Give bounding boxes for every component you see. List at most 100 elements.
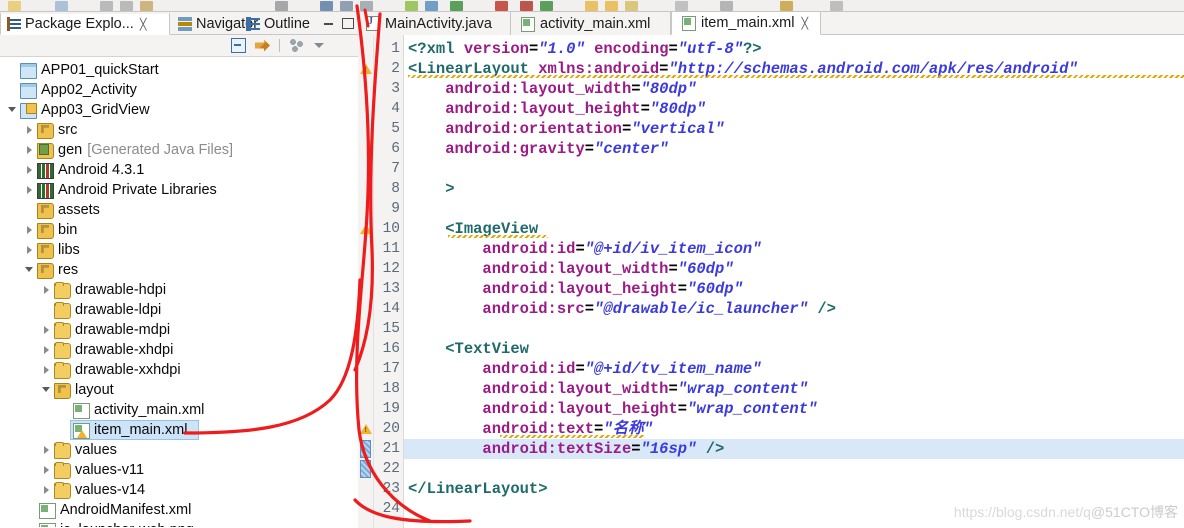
tab-activity-main-xml[interactable]: activity_main.xml bbox=[511, 12, 671, 35]
green-bug-icon[interactable] bbox=[450, 1, 463, 11]
code-line-15[interactable] bbox=[404, 319, 1184, 339]
tree-item-app01-quickstart[interactable]: APP01_quickStart bbox=[0, 60, 358, 80]
misc-1-icon[interactable] bbox=[780, 1, 793, 11]
code-line-5[interactable]: android:orientation="vertical" bbox=[404, 119, 1184, 139]
tab-mainactivity-java[interactable]: MainActivity.java bbox=[358, 12, 511, 35]
tree-item-android-4-3-1[interactable]: Android 4.3.1 bbox=[0, 160, 358, 180]
code-line-2[interactable]: <LinearLayout xmlns:android="http://sche… bbox=[404, 59, 1184, 79]
run-as-icon[interactable] bbox=[520, 1, 533, 11]
code-line-13[interactable]: android:layout_height="60dp" bbox=[404, 279, 1184, 299]
chevron-right-icon[interactable] bbox=[40, 280, 54, 300]
code-line-16[interactable]: <TextView bbox=[404, 339, 1184, 359]
tree-item-libs[interactable]: libs bbox=[0, 240, 358, 260]
chevron-right-icon[interactable] bbox=[40, 460, 54, 480]
export-icon[interactable] bbox=[140, 1, 153, 11]
tab-outline[interactable]: Outline bbox=[240, 12, 316, 35]
chevron-right-icon[interactable] bbox=[23, 120, 37, 140]
view-menu-dots-icon[interactable] bbox=[289, 38, 304, 53]
link-with-editor-icon[interactable] bbox=[255, 39, 270, 52]
save-icon[interactable] bbox=[55, 1, 68, 11]
new-icon[interactable] bbox=[8, 1, 21, 11]
tree-item-layout[interactable]: layout bbox=[0, 380, 358, 400]
run-icon[interactable] bbox=[405, 1, 418, 11]
tree-item-values-v11[interactable]: values-v11 bbox=[0, 460, 358, 480]
tree-item-bin[interactable]: bin bbox=[0, 220, 358, 240]
tree-item-res[interactable]: res bbox=[0, 260, 358, 280]
debug-icon[interactable] bbox=[425, 1, 438, 11]
print-preview-icon[interactable] bbox=[120, 1, 133, 11]
folder-b-icon[interactable] bbox=[605, 1, 618, 11]
bin-icon[interactable] bbox=[275, 1, 288, 11]
code-line-19[interactable]: android:layout_height="wrap_content" bbox=[404, 399, 1184, 419]
print-icon[interactable] bbox=[100, 1, 113, 11]
close-icon[interactable]: ╳ bbox=[140, 18, 147, 31]
maximize-button[interactable] bbox=[341, 16, 354, 29]
code-line-10[interactable]: <ImageView bbox=[404, 219, 1184, 239]
perspective-icon[interactable] bbox=[675, 1, 688, 11]
android-sdk-icon[interactable] bbox=[320, 1, 333, 11]
code-line-9[interactable] bbox=[404, 199, 1184, 219]
tree-item-activity-main-xml[interactable]: activity_main.xml bbox=[0, 400, 358, 420]
code-line-6[interactable]: android:gravity="center" bbox=[404, 139, 1184, 159]
chevron-right-icon[interactable] bbox=[23, 240, 37, 260]
tree-item-drawable-ldpi[interactable]: drawable-ldpi bbox=[0, 300, 358, 320]
code-line-14[interactable]: android:src="@drawable/ic_launcher" /> bbox=[404, 299, 1184, 319]
tab-package-explorer[interactable]: Package Explo... ╳ bbox=[0, 12, 170, 35]
code-line-23[interactable]: </LinearLayout> bbox=[404, 479, 1184, 499]
chevron-down-icon[interactable] bbox=[313, 40, 324, 51]
warning-marker-icon[interactable] bbox=[360, 64, 372, 74]
tree-item-values[interactable]: values bbox=[0, 440, 358, 460]
chevron-right-icon[interactable] bbox=[40, 480, 54, 500]
minimize-button[interactable] bbox=[322, 16, 335, 29]
source-code[interactable]: <?xml version="1.0" encoding="utf-8"?> <L… bbox=[404, 35, 1184, 528]
tree-item-item-main-xml[interactable]: item_main.xml bbox=[0, 420, 358, 440]
avd-manager-icon[interactable] bbox=[340, 1, 353, 11]
tree-item-ic-launcher-web-png[interactable]: ic_launcher-web.png bbox=[0, 520, 358, 527]
code-line-11[interactable]: android:id="@+id/iv_item_icon" bbox=[404, 239, 1184, 259]
misc-2-icon[interactable] bbox=[830, 1, 843, 11]
chevron-right-icon[interactable] bbox=[23, 220, 37, 240]
tree-item-src[interactable]: src bbox=[0, 120, 358, 140]
code-line-20[interactable]: android:text="名称" bbox=[404, 419, 1184, 439]
project-tree[interactable]: APP01_quickStart App02_Activity App03_Grid… bbox=[0, 57, 358, 527]
chevron-down-icon[interactable] bbox=[40, 380, 54, 400]
chevron-right-icon[interactable] bbox=[23, 140, 37, 160]
chevron-right-icon[interactable] bbox=[40, 320, 54, 340]
code-line-8[interactable]: > bbox=[404, 179, 1184, 199]
tree-item-assets[interactable]: assets bbox=[0, 200, 358, 220]
tree-item-drawable-xxhdpi[interactable]: drawable-xxhdpi bbox=[0, 360, 358, 380]
tree-item-androidmanifest-xml[interactable]: AndroidManifest.xml bbox=[0, 500, 358, 520]
java-perspective-icon[interactable] bbox=[720, 1, 733, 11]
tree-item-drawable-xhdpi[interactable]: drawable-xhdpi bbox=[0, 340, 358, 360]
warning-marker-icon[interactable] bbox=[360, 424, 372, 434]
chevron-down-icon[interactable] bbox=[23, 260, 37, 280]
code-line-22[interactable] bbox=[404, 459, 1184, 479]
tab-item-main-xml[interactable]: item_main.xml ╳ bbox=[671, 12, 821, 35]
hierarchy-icon[interactable] bbox=[360, 1, 373, 11]
search-icon[interactable] bbox=[625, 1, 638, 11]
chevron-right-icon[interactable] bbox=[23, 160, 37, 180]
folder-a-icon[interactable] bbox=[585, 1, 598, 11]
code-line-7[interactable] bbox=[404, 159, 1184, 179]
code-line-18[interactable]: android:layout_width="wrap_content" bbox=[404, 379, 1184, 399]
chevron-right-icon[interactable] bbox=[40, 360, 54, 380]
code-line-3[interactable]: android:layout_width="80dp" bbox=[404, 79, 1184, 99]
tree-item-app03-gridview[interactable]: App03_GridView bbox=[0, 100, 358, 120]
close-icon[interactable]: ╳ bbox=[801, 17, 808, 30]
chevron-right-icon[interactable] bbox=[40, 440, 54, 460]
marker-ruler[interactable] bbox=[358, 35, 374, 528]
chevron-down-icon[interactable] bbox=[6, 100, 20, 120]
code-line-21[interactable]: android:textSize="16sp" /> bbox=[404, 439, 1184, 459]
chevron-right-icon[interactable] bbox=[23, 180, 37, 200]
tree-item-android-private-libraries[interactable]: Android Private Libraries bbox=[0, 180, 358, 200]
code-line-1[interactable]: <?xml version="1.0" encoding="utf-8"?> bbox=[404, 39, 1184, 59]
warning-marker-icon[interactable] bbox=[360, 224, 372, 234]
chevron-right-icon[interactable] bbox=[40, 340, 54, 360]
code-line-17[interactable]: android:id="@+id/tv_item_name" bbox=[404, 359, 1184, 379]
code-line-12[interactable]: android:layout_width="60dp" bbox=[404, 259, 1184, 279]
external-tools-icon[interactable] bbox=[540, 1, 553, 11]
tree-item-gen[interactable]: gen [Generated Java Files] bbox=[0, 140, 358, 160]
code-line-4[interactable]: android:layout_height="80dp" bbox=[404, 99, 1184, 119]
stop-icon[interactable] bbox=[495, 1, 508, 11]
tree-item-drawable-hdpi[interactable]: drawable-hdpi bbox=[0, 280, 358, 300]
